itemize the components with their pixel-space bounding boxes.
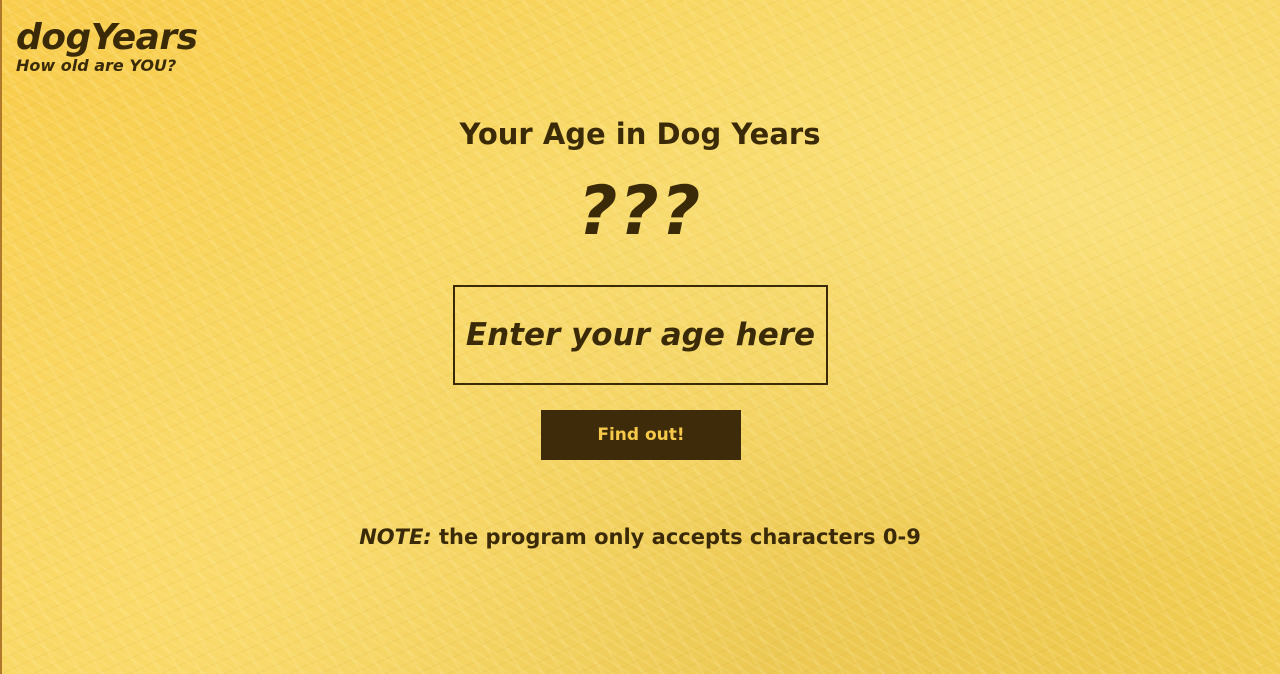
page-left-edge bbox=[0, 0, 2, 674]
note-text: the program only accepts characters 0-9 bbox=[431, 525, 921, 549]
site-tagline: How old are YOU? bbox=[16, 56, 177, 75]
brand-header: dogYears How old are YOU? bbox=[16, 18, 198, 76]
page-heading: Your Age in Dog Years bbox=[459, 117, 821, 151]
dog-age-result: ??? bbox=[577, 172, 703, 251]
note-label: NOTE: bbox=[359, 525, 432, 549]
site-logo-title: dogYears bbox=[16, 17, 198, 58]
input-note: NOTE: the program only accepts character… bbox=[0, 522, 1280, 552]
age-input[interactable] bbox=[453, 285, 828, 385]
find-out-button[interactable]: Find out! bbox=[541, 410, 741, 460]
